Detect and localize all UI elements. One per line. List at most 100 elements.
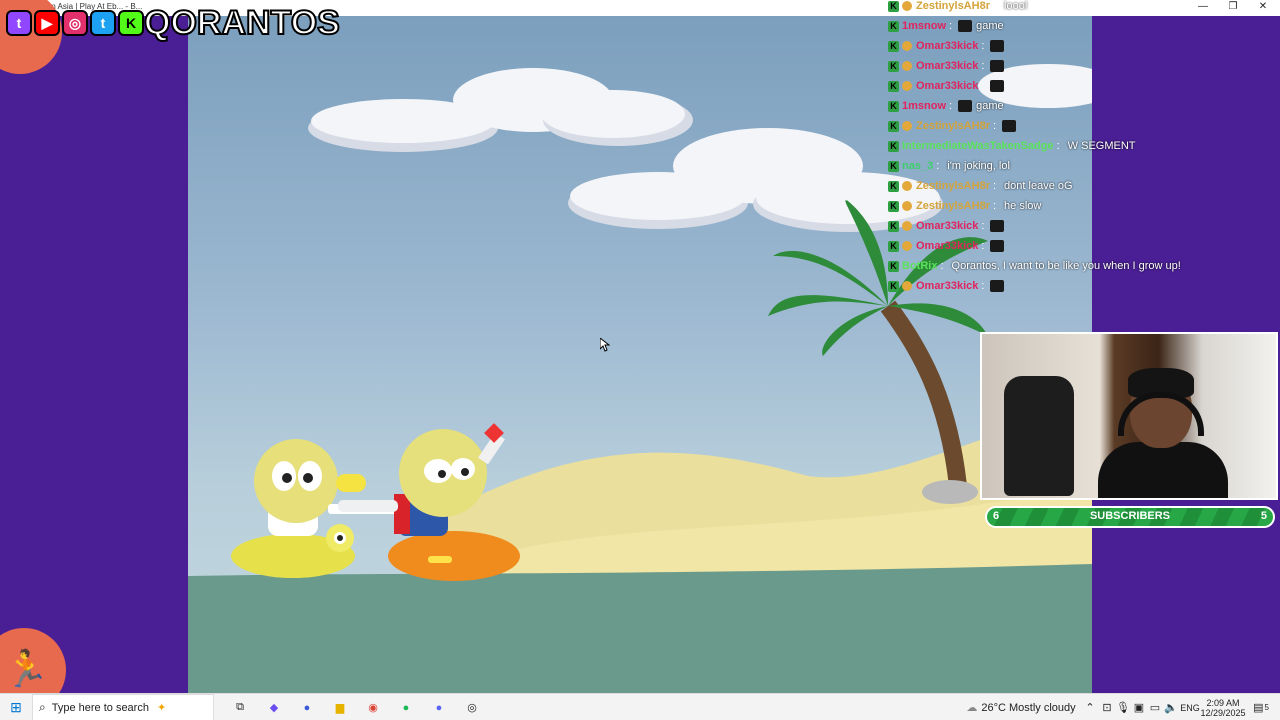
person-icon: 🏃 bbox=[4, 648, 49, 689]
channel-brand: QORANTOS bbox=[143, 3, 341, 43]
cloud-icon: ☁ bbox=[966, 702, 978, 714]
chat-message: K Omar33kick: bbox=[888, 236, 1005, 256]
streamer-torso bbox=[1098, 442, 1228, 498]
subscriber-badge-icon bbox=[902, 1, 912, 11]
notification-center-button[interactable]: ▤ 5 bbox=[1250, 694, 1272, 720]
start-button[interactable]: ⊞ bbox=[0, 694, 32, 720]
mouse-cursor bbox=[600, 338, 610, 352]
chat-separator: : bbox=[981, 240, 985, 252]
subscriber-badge-icon bbox=[902, 121, 912, 131]
chat-message: K Omar33kick: bbox=[888, 216, 1005, 236]
kick-badge-icon: K bbox=[888, 280, 899, 292]
chat-username[interactable]: Omar33kick bbox=[916, 60, 978, 72]
clock-time: 2:09 AM bbox=[1206, 697, 1240, 708]
chat-message: K ZestinylsAH8r: loool bbox=[888, 0, 1027, 16]
chat-separator: : bbox=[981, 280, 985, 292]
volume-icon[interactable]: 🔈 bbox=[1164, 694, 1178, 720]
chat-username[interactable]: Omar33kick bbox=[916, 220, 978, 232]
emote-icon bbox=[958, 100, 973, 112]
chat-username[interactable]: ZestinylsAH8r bbox=[916, 200, 990, 212]
weather-text: 26°C Mostly cloudy bbox=[981, 701, 1076, 714]
chat-separator: : bbox=[1056, 140, 1060, 152]
chat-username[interactable]: Omar33kick bbox=[916, 240, 978, 252]
minimize-button[interactable]: — bbox=[1188, 0, 1218, 16]
camera-icon[interactable]: ▣ bbox=[1132, 694, 1146, 720]
kick-badge-icon: K bbox=[888, 80, 899, 92]
chat-username[interactable]: Omar33kick bbox=[916, 40, 978, 52]
chat-separator: : bbox=[992, 120, 997, 132]
chat-username[interactable]: ZestinylsAH8r bbox=[916, 0, 990, 12]
subscriber-badge-icon bbox=[902, 241, 912, 251]
chat-separator: : bbox=[981, 40, 985, 52]
kick-badge-icon: K bbox=[888, 0, 899, 12]
chat-separator: : bbox=[981, 80, 985, 92]
chat-separator: : bbox=[992, 180, 997, 192]
language-indicator[interactable]: ENG bbox=[1180, 694, 1200, 720]
webcam-feed bbox=[980, 332, 1278, 500]
notification-count: 5 bbox=[1264, 703, 1269, 712]
emote-icon bbox=[1002, 120, 1017, 132]
chat-username[interactable]: 1msnow bbox=[902, 100, 946, 112]
chat-username[interactable]: nas_3 bbox=[902, 160, 933, 172]
chat-message: K 1msnow: game bbox=[888, 16, 1004, 36]
chat-message: K IntermediateWasTakenSadge: W SEGMENT bbox=[888, 136, 1136, 156]
search-icon: ⌕ bbox=[39, 700, 46, 714]
file-explorer-icon[interactable]: ▆ bbox=[328, 694, 352, 720]
chat-message: K ZestinylsAH8r: he slow bbox=[888, 196, 1041, 216]
monitor-icon[interactable]: ▭ bbox=[1148, 694, 1162, 720]
chat-text: W SEGMENT bbox=[1067, 140, 1136, 152]
chat-separator: : bbox=[940, 260, 944, 272]
emote-icon bbox=[990, 280, 1005, 292]
chat-username[interactable]: IntermediateWasTakenSadge bbox=[902, 140, 1054, 152]
windows-taskbar: ⊞ ⌕ Type here to search ✦ ⧉ ◆ ● ▆ ◉ ● ● … bbox=[0, 693, 1280, 720]
chat-message: K ZestinylsAH8r: dont leave oG bbox=[888, 176, 1073, 196]
chat-message: Knas_3: i'm joking, lol bbox=[888, 156, 1010, 176]
kick-badge-icon: K bbox=[888, 180, 899, 192]
kick-badge-icon: K bbox=[888, 200, 899, 212]
copilot-icon[interactable]: ◆ bbox=[262, 694, 286, 720]
chat-username[interactable]: ZestinylsAH8r bbox=[916, 180, 990, 192]
chat-message: K Omar33kick: bbox=[888, 56, 1005, 76]
chat-username[interactable]: BotRix bbox=[902, 260, 937, 272]
subscriber-badge-icon bbox=[902, 61, 912, 71]
kick-badge-icon: K bbox=[888, 120, 899, 132]
emote-icon bbox=[990, 80, 1005, 92]
close-button[interactable]: ✕ bbox=[1248, 0, 1278, 16]
clock[interactable]: 2:09 AM 12/29/2025 bbox=[1200, 694, 1246, 720]
search-placeholder: Type here to search bbox=[51, 701, 149, 714]
kick-icon: K bbox=[118, 10, 144, 36]
subscriber-badge-icon bbox=[902, 221, 912, 231]
palm-rock bbox=[922, 480, 978, 504]
twitch-icon: t bbox=[6, 10, 32, 36]
subscriber-goal: 5 bbox=[1260, 510, 1267, 522]
chrome-icon[interactable]: ◉ bbox=[361, 694, 385, 720]
chat-username[interactable]: ZestinylsAH8r bbox=[916, 120, 990, 132]
network-icon[interactable]: ⊡ bbox=[1100, 694, 1114, 720]
chevron-up-icon[interactable]: ⌃ bbox=[1084, 694, 1096, 720]
chat-text: Qorantos, I want to be like you when I g… bbox=[951, 260, 1181, 272]
app-blue-icon[interactable]: ● bbox=[295, 694, 319, 720]
kick-badge-icon: K bbox=[888, 240, 899, 252]
palm-trunk bbox=[880, 300, 967, 487]
microphone-icon[interactable]: 🎙 bbox=[1116, 694, 1130, 720]
gaming-chair bbox=[1004, 376, 1074, 496]
youtube-icon: ▶ bbox=[34, 10, 60, 36]
weather-widget[interactable]: ☁ 26°C Mostly cloudy bbox=[962, 694, 1080, 720]
restore-button[interactable]: ❐ bbox=[1218, 0, 1248, 16]
emote-icon bbox=[990, 240, 1005, 252]
obs-icon[interactable]: ◎ bbox=[460, 694, 484, 720]
task-view-icon[interactable]: ⧉ bbox=[228, 694, 252, 720]
taskbar-search[interactable]: ⌕ Type here to search ✦ bbox=[32, 694, 214, 720]
emote-icon bbox=[990, 60, 1005, 72]
chat-message: K Omar33kick: bbox=[888, 276, 1005, 296]
chat-username[interactable]: Omar33kick bbox=[916, 80, 978, 92]
chat-message: K ZestinylsAH8r: bbox=[888, 116, 1017, 136]
chat-username[interactable]: 1msnow bbox=[902, 20, 946, 32]
chat-username[interactable]: Omar33kick bbox=[916, 280, 978, 292]
discord-icon[interactable]: ● bbox=[427, 694, 451, 720]
spotify-icon[interactable]: ● bbox=[394, 694, 418, 720]
subscriber-label: SUBSCRIBERS bbox=[1089, 510, 1171, 522]
chat-text: game bbox=[976, 100, 1004, 112]
subscriber-goal-bar: 6 SUBSCRIBERS 5 bbox=[985, 506, 1275, 528]
kick-badge-icon: K bbox=[888, 100, 899, 112]
